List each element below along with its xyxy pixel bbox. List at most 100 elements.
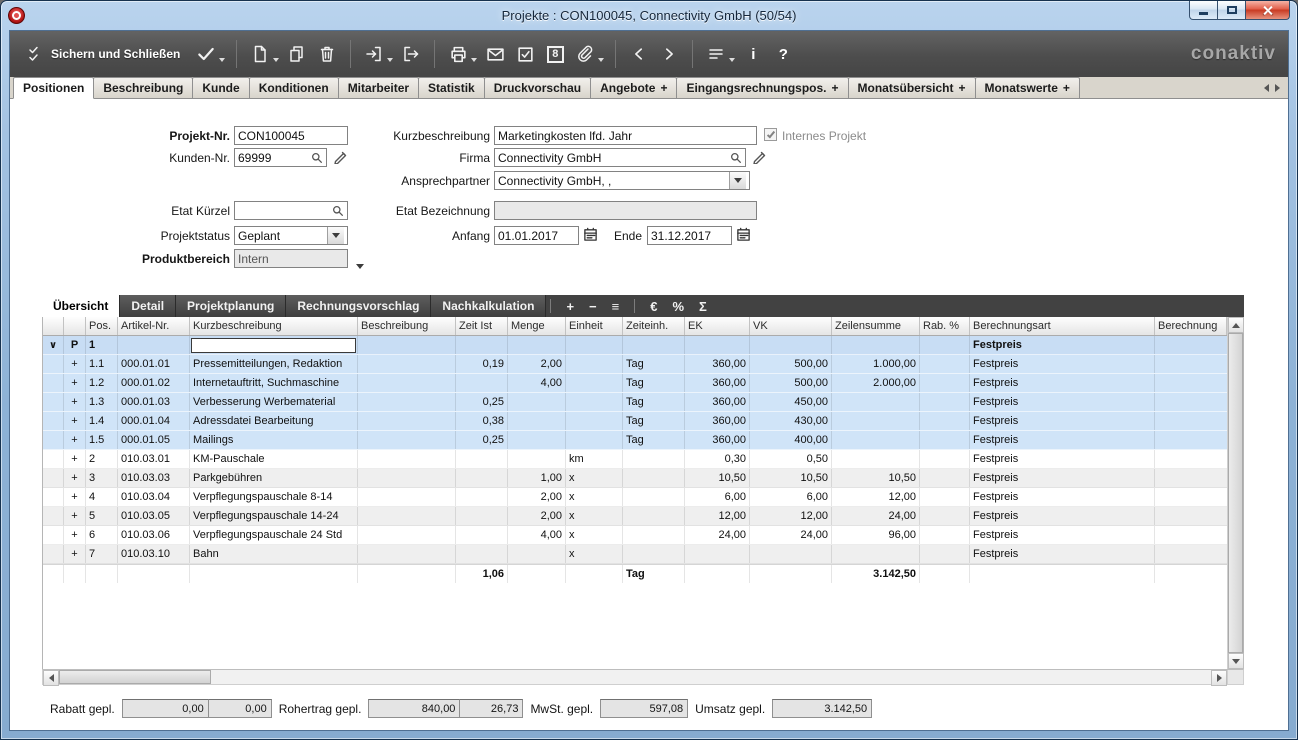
close-button[interactable] bbox=[1245, 1, 1290, 20]
search-icon[interactable] bbox=[730, 152, 742, 164]
table-row[interactable]: +5 010.03.05 Verpflegungspauschale 14-24 2,… bbox=[43, 507, 1227, 526]
table-row[interactable]: +1.5 000.01.05 Mailings 0,25 Tag 360,00 400,00… bbox=[43, 431, 1227, 450]
subtab-projektplanung[interactable]: Projektplanung bbox=[176, 295, 287, 317]
table-row[interactable]: +1.3 000.01.03 Verbesserung Werbematerial 0… bbox=[43, 393, 1227, 412]
column-header-berechnungsart[interactable]: Berechnungsart bbox=[970, 317, 1155, 335]
table-row[interactable]: +1.1 000.01.01 Pressemitteilungen, Redakti… bbox=[43, 355, 1227, 374]
minimize-button[interactable] bbox=[1189, 1, 1218, 20]
produktbereich-dropdown-icon[interactable] bbox=[356, 256, 364, 274]
tab-beschreibung[interactable]: Beschreibung bbox=[93, 77, 194, 98]
expand-cell[interactable]: + bbox=[64, 507, 86, 525]
table-row[interactable]: 1,06 Tag 3.142,50 bbox=[43, 564, 1227, 583]
horizontal-scroll-track[interactable] bbox=[211, 670, 1211, 684]
expand-cell[interactable]: + bbox=[64, 545, 86, 563]
tabs-scroll-left-button[interactable] bbox=[1264, 79, 1269, 97]
subtab-nachkalkulation[interactable]: Nachkalkulation bbox=[431, 295, 547, 317]
scroll-right-button[interactable] bbox=[1211, 670, 1227, 686]
percent-icon[interactable]: % bbox=[672, 299, 684, 314]
column-header-menge[interactable]: Menge bbox=[508, 317, 566, 335]
scroll-down-button[interactable] bbox=[1228, 653, 1244, 669]
tab-monatswerte[interactable]: Monatswerte + bbox=[974, 77, 1080, 98]
anfang-input[interactable]: 01.01.2017 bbox=[494, 226, 579, 245]
column-header-beschreibung[interactable]: Beschreibung bbox=[358, 317, 456, 335]
column-header-empty[interactable] bbox=[43, 317, 64, 335]
tab-positionen[interactable]: Positionen bbox=[13, 77, 95, 99]
expand-cell[interactable]: P bbox=[64, 336, 86, 354]
subtab-übersicht[interactable]: Übersicht bbox=[42, 295, 121, 317]
tab-konditionen[interactable]: Konditionen bbox=[248, 77, 339, 98]
new-record-button[interactable] bbox=[248, 41, 280, 67]
horizontal-scroll-thumb[interactable] bbox=[59, 670, 211, 684]
column-header-vk[interactable]: VK bbox=[750, 317, 832, 335]
tab-kunde[interactable]: Kunde bbox=[192, 77, 250, 98]
scroll-up-button[interactable] bbox=[1228, 317, 1244, 333]
column-header-berechnung[interactable]: Berechnung bbox=[1155, 317, 1227, 335]
column-header-empty[interactable] bbox=[64, 317, 86, 335]
table-row[interactable]: +3 010.03.03 Parkgebühren 1,00 x 10,50 10,50 10… bbox=[43, 469, 1227, 488]
scroll-left-button[interactable] bbox=[43, 670, 59, 686]
column-header-zeiteinh[interactable]: Zeiteinh. bbox=[623, 317, 685, 335]
column-header-pos[interactable]: Pos. bbox=[86, 317, 118, 335]
add-position-icon[interactable]: + bbox=[566, 299, 574, 314]
vertical-scrollbar[interactable] bbox=[1227, 317, 1244, 669]
list-view-icon[interactable]: ≡ bbox=[612, 299, 620, 314]
menu-button[interactable] bbox=[704, 41, 736, 67]
next-record-button[interactable] bbox=[657, 41, 681, 67]
ansprechpartner-select[interactable]: Connectivity GmbH, , bbox=[494, 171, 750, 190]
expand-cell[interactable]: + bbox=[64, 355, 86, 373]
column-header-zeilensumme[interactable]: Zeilensumme bbox=[832, 317, 920, 335]
duplicate-button[interactable] bbox=[285, 41, 309, 67]
expand-cell[interactable]: ∨ bbox=[43, 336, 64, 354]
firma-input[interactable]: Connectivity GmbH bbox=[494, 148, 746, 167]
subtab-detail[interactable]: Detail bbox=[120, 295, 177, 317]
save-close-button[interactable]: Sichern und Schließen bbox=[25, 41, 188, 67]
tabs-scroll-right-button[interactable] bbox=[1275, 79, 1280, 97]
euro-icon[interactable]: € bbox=[650, 299, 657, 314]
sum-icon[interactable]: Σ bbox=[699, 299, 707, 314]
column-header-artikel-nr[interactable]: Artikel-Nr. bbox=[118, 317, 190, 335]
info-button[interactable]: i bbox=[741, 41, 765, 67]
delete-button[interactable] bbox=[315, 41, 339, 67]
horizontal-scrollbar[interactable] bbox=[42, 669, 1244, 686]
previous-record-button[interactable] bbox=[627, 41, 651, 67]
periods-button[interactable]: 8 bbox=[543, 41, 567, 67]
expand-cell[interactable]: + bbox=[64, 526, 86, 544]
position-title-input[interactable] bbox=[191, 337, 356, 353]
expand-cell[interactable]: + bbox=[64, 431, 86, 449]
tab-eingangsrechnungspos[interactable]: Eingangsrechnungspos. + bbox=[676, 77, 849, 98]
remove-position-icon[interactable]: − bbox=[589, 299, 597, 314]
table-row[interactable]: +1.2 000.01.02 Internetauftritt, Suchmasch… bbox=[43, 374, 1227, 393]
table-row[interactable]: ∨ P 1 Festpreis bbox=[43, 336, 1227, 355]
attachments-button[interactable] bbox=[573, 41, 605, 67]
confirm-button[interactable] bbox=[194, 41, 226, 67]
expand-cell[interactable]: + bbox=[64, 450, 86, 468]
column-header-rab-%[interactable]: Rab. % bbox=[920, 317, 970, 335]
table-row[interactable]: +7 010.03.10 Bahn x Festpreis bbox=[43, 545, 1227, 564]
help-button[interactable]: ? bbox=[771, 41, 795, 67]
import-button[interactable] bbox=[362, 41, 394, 67]
produktbereich-field[interactable]: Intern bbox=[234, 249, 348, 268]
table-row[interactable]: +2 010.03.01 KM-Pauschale km 0,30 0,50 Festpre… bbox=[43, 450, 1227, 469]
tasks-button[interactable] bbox=[513, 41, 537, 67]
edit-pencil-icon[interactable] bbox=[752, 150, 766, 164]
ende-input[interactable]: 31.12.2017 bbox=[647, 226, 732, 245]
calendar-icon[interactable] bbox=[736, 227, 751, 242]
maximize-button[interactable] bbox=[1218, 1, 1245, 20]
app-icon[interactable] bbox=[8, 7, 25, 24]
column-header-einheit[interactable]: Einheit bbox=[566, 317, 623, 335]
tab-statistik[interactable]: Statistik bbox=[418, 77, 485, 98]
tab-monatsübersicht[interactable]: Monatsübersicht + bbox=[847, 77, 976, 98]
expand-cell[interactable]: + bbox=[64, 412, 86, 430]
expand-cell[interactable]: + bbox=[64, 393, 86, 411]
tab-mitarbeiter[interactable]: Mitarbeiter bbox=[337, 77, 420, 98]
table-row[interactable]: +4 010.03.04 Verpflegungspauschale 8-14 2,0… bbox=[43, 488, 1227, 507]
tab-angebote[interactable]: Angebote + bbox=[590, 77, 678, 98]
column-header-kurzbeschreibung[interactable]: Kurzbeschreibung bbox=[190, 317, 358, 335]
expand-cell[interactable]: + bbox=[64, 488, 86, 506]
kurzbeschreibung-input[interactable]: Marketingkosten lfd. Jahr bbox=[494, 126, 757, 145]
expand-cell[interactable]: + bbox=[64, 374, 86, 392]
export-button[interactable] bbox=[399, 41, 423, 67]
print-button[interactable] bbox=[446, 41, 478, 67]
table-row[interactable]: +1.4 000.01.04 Adressdatei Bearbeitung 0,38… bbox=[43, 412, 1227, 431]
tab-druckvorschau[interactable]: Druckvorschau bbox=[483, 77, 592, 98]
